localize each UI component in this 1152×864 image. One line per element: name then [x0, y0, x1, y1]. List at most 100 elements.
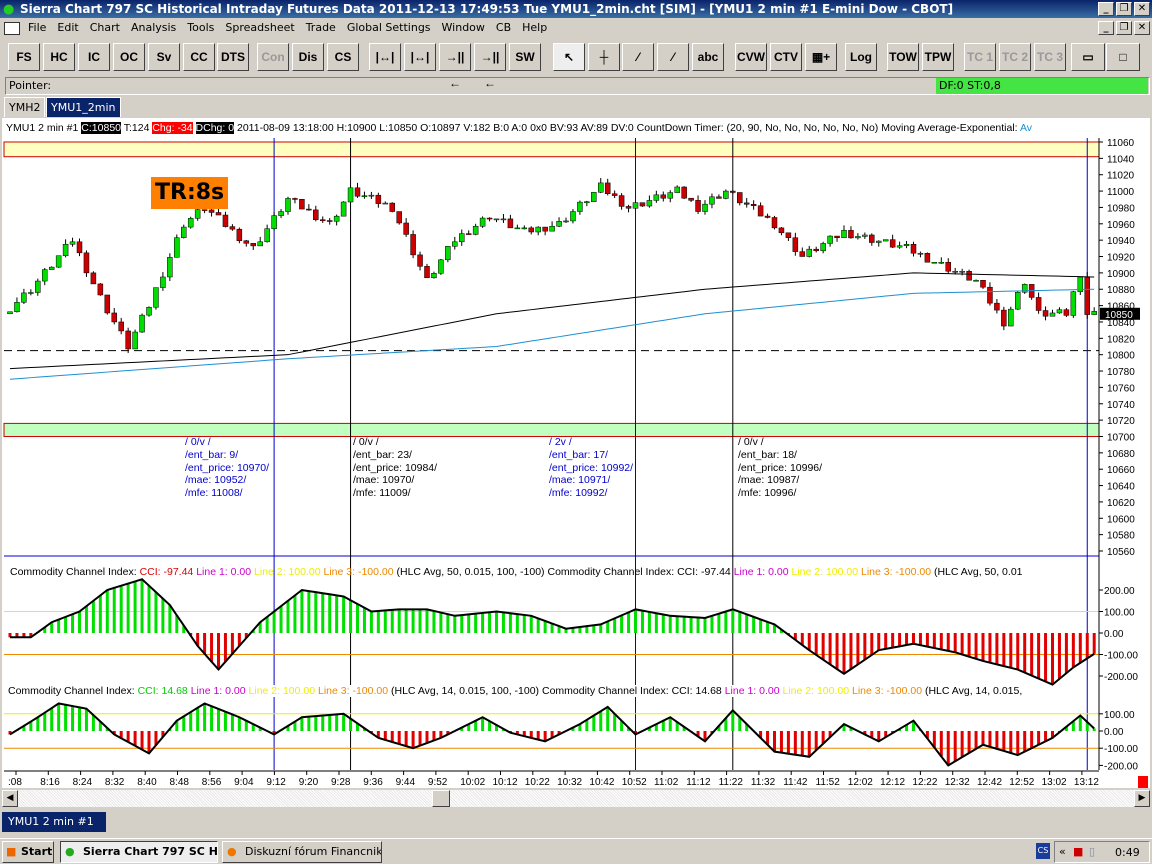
toolbar-button-28[interactable]: TC 3: [1034, 43, 1066, 71]
time-tick-label: 13:12: [1074, 777, 1099, 788]
trade-annotation: / 0/v //ent_bar: 23//ent_price: 10984//m…: [353, 436, 437, 500]
trade-annotation: / 0/v //ent_bar: 18//ent_price: 10996//m…: [738, 436, 822, 500]
toolbar-button-0[interactable]: FS: [8, 43, 40, 71]
scroll-right-button[interactable]: ▶: [1134, 790, 1150, 807]
tab-ymu1-2min[interactable]: YMU1_2min: [46, 97, 121, 117]
candle-body: [563, 220, 569, 223]
language-icon[interactable]: CS: [1036, 843, 1050, 859]
menu-chart[interactable]: Chart: [90, 21, 120, 34]
toolbar-button-8[interactable]: Dis: [292, 43, 324, 71]
price-tick-label: 10920: [1107, 253, 1135, 264]
start-button[interactable]: ■ Start: [2, 841, 54, 863]
candle-body: [292, 198, 298, 200]
time-tick-label: 9:28: [331, 777, 351, 788]
candle-body: [42, 269, 48, 282]
mdi-minimize-button[interactable]: _: [1098, 21, 1114, 35]
toolbar-button-25[interactable]: TPW: [922, 43, 954, 71]
candle-body: [889, 239, 896, 248]
price-tick-label: 10660: [1107, 465, 1135, 476]
menu-spreadsheet[interactable]: Spreadsheet: [225, 21, 294, 34]
toolbar-button-1[interactable]: HC: [43, 43, 75, 71]
task-sierra-chart[interactable]: ●Sierra Chart 797 SC Hi...: [60, 841, 218, 863]
menu-trade[interactable]: Trade: [306, 21, 336, 34]
candle-body: [931, 261, 938, 264]
toolbar: FS HC IC OC Sv CC DTS Con Dis CS |↔| |↔| →||← →||← SW ↖…: [0, 40, 1152, 90]
menu-window[interactable]: Window: [442, 21, 485, 34]
toolbar-button-29[interactable]: ▭: [1071, 43, 1105, 71]
toolbar-button-7[interactable]: Con: [257, 43, 289, 71]
toolbar-button-2[interactable]: IC: [78, 43, 110, 71]
time-tick-label: 10:12: [493, 777, 518, 788]
menu-file[interactable]: File: [28, 21, 46, 34]
scroll-left-button[interactable]: ◀: [2, 790, 18, 807]
mdi-close-button[interactable]: ✕: [1134, 21, 1150, 35]
toolbar-button-27[interactable]: TC 2: [999, 43, 1031, 71]
minimize-button[interactable]: _: [1098, 2, 1114, 16]
menu-tools[interactable]: Tools: [187, 21, 214, 34]
menu-global-settings[interactable]: Global Settings: [347, 21, 431, 34]
time-tick-label: 9:04: [234, 777, 254, 788]
toolbar-button-26[interactable]: TC 1: [964, 43, 996, 71]
chart-window-tab[interactable]: YMU1 2 min #1: [2, 812, 106, 832]
restore-button[interactable]: ❐: [1116, 2, 1132, 16]
candle-body: [493, 218, 500, 221]
price-tick-label: 10780: [1107, 367, 1135, 378]
toolbar-button-11[interactable]: |↔|: [404, 43, 436, 71]
toolbar-button-5[interactable]: CC: [183, 43, 215, 71]
tr-label: TR:8s: [151, 177, 229, 209]
annotation-line: /ent_bar: 23/: [353, 448, 412, 461]
toolbar-button-18[interactable]: ⁄: [657, 43, 689, 71]
tab-ymh2[interactable]: YMH2: [4, 97, 46, 117]
toolbar-button-14[interactable]: SW: [509, 43, 541, 71]
candle-body: [417, 254, 423, 267]
toolbar-button-12[interactable]: →||←: [439, 43, 471, 90]
toolbar-button-30[interactable]: □: [1106, 43, 1140, 71]
tray-expand-icon[interactable]: «: [1059, 845, 1066, 858]
doc-icon: [4, 21, 20, 35]
time-tick-label: 13:02: [1042, 777, 1067, 788]
price-band: [3, 422, 1100, 437]
close-button[interactable]: ✕: [1134, 2, 1150, 16]
toolbar-button-3[interactable]: OC: [113, 43, 145, 71]
menu-analysis[interactable]: Analysis: [131, 21, 176, 34]
chart-info-line: YMU1 2 min #1 C:10850 T:124 Chg: -34 DCh…: [6, 122, 1032, 134]
candle-body: [396, 211, 402, 224]
toolbar-button-13[interactable]: →||←: [474, 43, 506, 90]
candle-body: [903, 244, 910, 246]
task-firefox[interactable]: ● Diskuzní fórum Financnik....: [222, 841, 382, 863]
status-indicator: DF:0 ST:0,8: [936, 78, 1148, 94]
toolbar-button-16[interactable]: ┼: [588, 43, 620, 71]
windows-logo-icon: ■: [6, 845, 17, 858]
toolbar-button-17[interactable]: ⁄: [622, 43, 654, 71]
menu-help[interactable]: Help: [522, 21, 547, 34]
horizontal-scrollbar[interactable]: ◀ ▶: [2, 790, 1150, 807]
candle-body: [542, 226, 548, 232]
toolbar-button-24[interactable]: TOW: [887, 43, 919, 71]
menu-edit[interactable]: Edit: [57, 21, 78, 34]
toolbar-button-21[interactable]: CTV: [770, 43, 802, 71]
tray-app-icon[interactable]: ▯: [1089, 845, 1095, 858]
toolbar-button-10[interactable]: |↔|: [369, 43, 401, 71]
toolbar-button-22[interactable]: ▦+: [805, 43, 837, 71]
menu-cb[interactable]: CB: [496, 21, 511, 34]
candle-body: [827, 235, 833, 244]
mdi-restore-button[interactable]: ❐: [1116, 21, 1132, 35]
candle-body: [813, 248, 819, 252]
candle-body: [354, 187, 361, 197]
toolbar-button-19[interactable]: abc: [692, 43, 724, 71]
candle-body: [479, 217, 486, 227]
title-bar: Sierra Chart 797 SC Historical Intraday …: [0, 0, 1152, 18]
price-tick-label: 10620: [1107, 498, 1135, 509]
acrobat-icon[interactable]: ■: [1073, 845, 1083, 858]
time-tick-label: 9:36: [363, 777, 383, 788]
toolbar-button-9[interactable]: CS: [327, 43, 359, 71]
toolbar-button-4[interactable]: Sv: [148, 43, 180, 71]
toolbar-button-15[interactable]: ↖: [553, 43, 585, 71]
toolbar-button-23[interactable]: Log: [845, 43, 877, 71]
candle-body: [674, 186, 680, 193]
scroll-thumb[interactable]: [432, 790, 450, 807]
app-globe-icon: ●: [3, 2, 15, 17]
candle-body: [750, 204, 757, 206]
toolbar-button-20[interactable]: CVW: [735, 43, 767, 71]
toolbar-button-6[interactable]: DTS: [217, 43, 249, 71]
